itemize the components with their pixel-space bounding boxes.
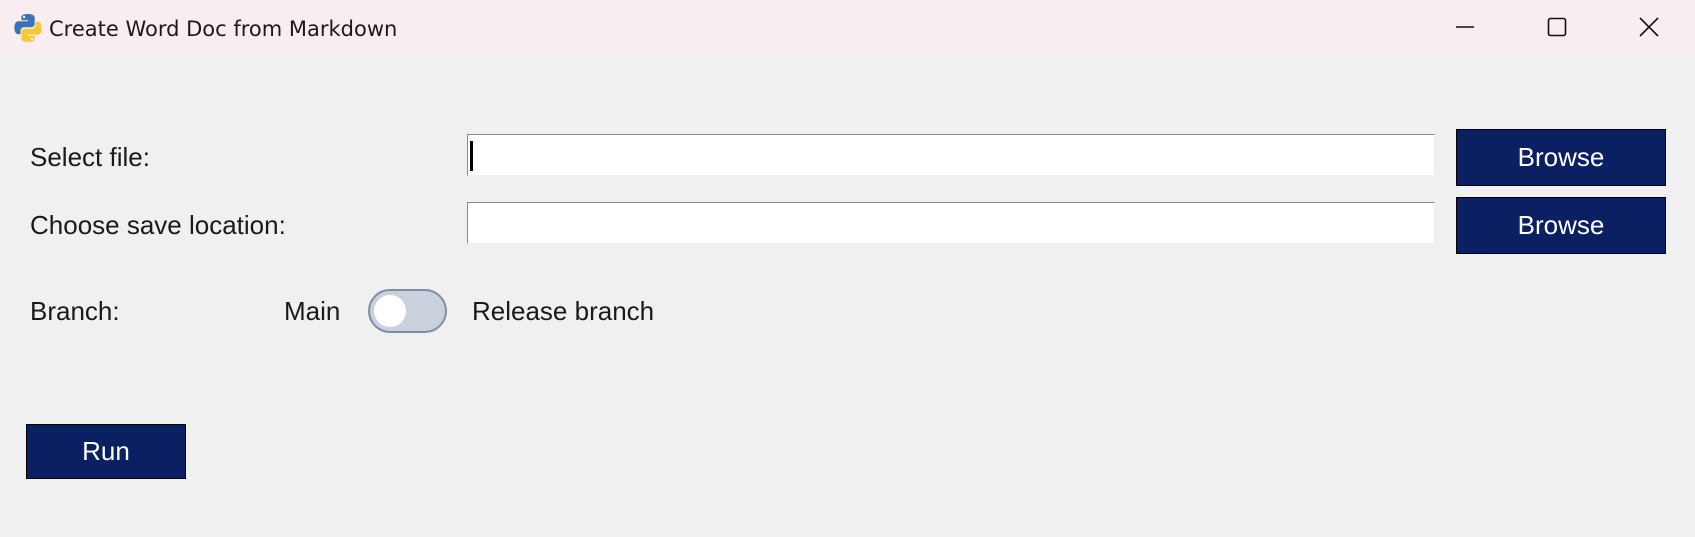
branch-toggle-switch[interactable] [368, 289, 447, 333]
select-file-label: Select file: [30, 142, 150, 172]
title-bar: Create Word Doc from Markdown [0, 0, 1695, 58]
browse-save-button[interactable]: Browse [1456, 197, 1666, 254]
browse-file-button[interactable]: Browse [1456, 129, 1666, 186]
minimize-button[interactable] [1419, 0, 1511, 58]
branch-release-label: Release branch [472, 296, 655, 326]
text-caret [470, 141, 473, 171]
python-icon [12, 12, 44, 44]
window-title: Create Word Doc from Markdown [49, 17, 398, 41]
close-button[interactable] [1603, 0, 1695, 58]
minimize-icon [1455, 17, 1475, 42]
toggle-knob [374, 295, 406, 327]
run-button[interactable]: Run [26, 424, 186, 479]
close-icon [1639, 16, 1659, 42]
branch-label: Branch: [30, 296, 120, 326]
app-window: Create Word Doc from Markdown Select fil… [0, 0, 1695, 537]
select-file-input[interactable] [467, 134, 1435, 176]
maximize-icon [1547, 17, 1567, 42]
save-location-input[interactable] [467, 202, 1435, 244]
maximize-button[interactable] [1511, 0, 1603, 58]
save-location-label: Choose save location: [30, 210, 286, 240]
branch-main-label: Main [284, 296, 341, 326]
